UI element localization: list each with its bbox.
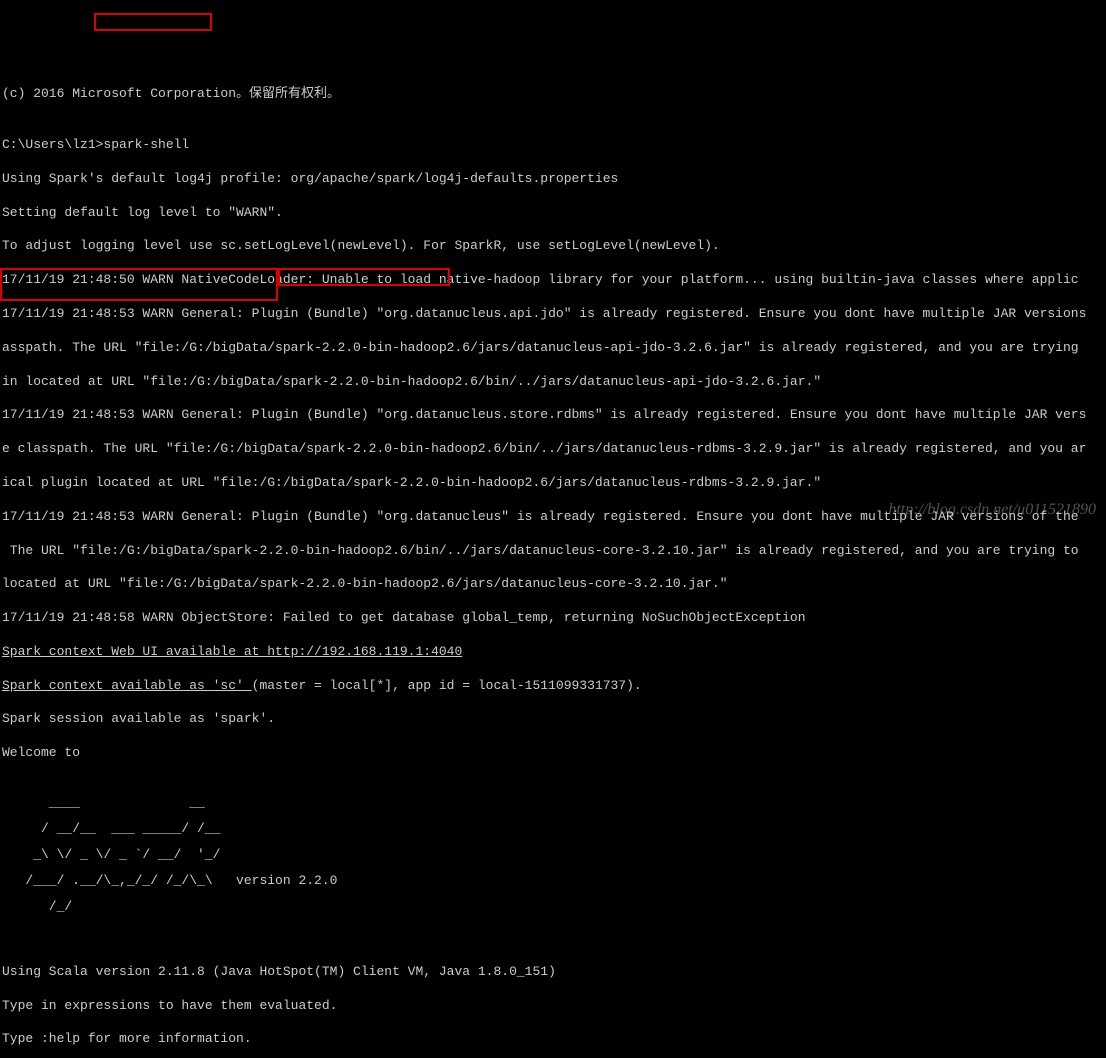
logo-line: / __/__ ___ _____/ /__: [2, 822, 1104, 835]
logo-line: _\ \/ _ \/ _ `/ __/ '_/: [2, 848, 1104, 861]
warn-line: e classpath. The URL "file:/G:/bigData/s…: [2, 441, 1104, 458]
log-line: Setting default log level to "WARN".: [2, 205, 1104, 222]
warn-line: 17/11/19 21:48:58 WARN ObjectStore: Fail…: [2, 610, 1104, 627]
log-line: Using Spark's default log4j profile: org…: [2, 171, 1104, 188]
webui-prefix: Spark context Web UI available at: [2, 644, 267, 659]
warn-line: 17/11/19 21:48:53 WARN General: Plugin (…: [2, 407, 1104, 424]
sc-suffix: (master = local[*], app id = local-15110…: [252, 678, 642, 693]
spark-logo: ____ __ / __/__ ___ _____/ /__ _\ \/ _ \…: [2, 783, 1104, 926]
help-line: Type in expressions to have them evaluat…: [2, 998, 1104, 1015]
copyright-line: (c) 2016 Microsoft Corporation。保留所有权利。: [2, 86, 1104, 103]
logo-line: /___/ .__/\_,_/_/ /_/\_\ version 2.2.0: [2, 874, 1104, 887]
highlight-box-command: [94, 13, 212, 31]
warn-line: The URL "file:/G:/bigData/spark-2.2.0-bi…: [2, 543, 1104, 560]
webui-url: http://192.168.119.1:4040: [267, 644, 462, 659]
scala-version-line: Using Scala version 2.11.8 (Java HotSpot…: [2, 964, 1104, 981]
prompt-line: C:\Users\lz1>spark-shell: [2, 137, 1104, 154]
log-line: To adjust logging level use sc.setLogLev…: [2, 238, 1104, 255]
warn-line: 17/11/19 21:48:50 WARN NativeCodeLoader:…: [2, 272, 1104, 289]
sc-line: Spark context available as 'sc' (master …: [2, 678, 1104, 695]
session-line: Spark session available as 'spark'.: [2, 711, 1104, 728]
terminal-output[interactable]: (c) 2016 Microsoft Corporation。保留所有权利。 C…: [2, 70, 1104, 1058]
warn-line: asspath. The URL "file:/G:/bigData/spark…: [2, 340, 1104, 357]
warn-line: in located at URL "file:/G:/bigData/spar…: [2, 374, 1104, 391]
help-line: Type :help for more information.: [2, 1031, 1104, 1048]
watermark: http://blog.csdn.net/u011521890: [888, 500, 1096, 521]
welcome-line: Welcome to: [2, 745, 1104, 762]
webui-line: Spark context Web UI available at http:/…: [2, 644, 1104, 661]
logo-line: ____ __: [2, 796, 1104, 809]
warn-line: ical plugin located at URL "file:/G:/big…: [2, 475, 1104, 492]
sc-prefix: Spark context available as 'sc': [2, 678, 252, 693]
warn-line: 17/11/19 21:48:53 WARN General: Plugin (…: [2, 306, 1104, 323]
warn-line: located at URL "file:/G:/bigData/spark-2…: [2, 576, 1104, 593]
logo-line: /_/: [2, 900, 1104, 913]
